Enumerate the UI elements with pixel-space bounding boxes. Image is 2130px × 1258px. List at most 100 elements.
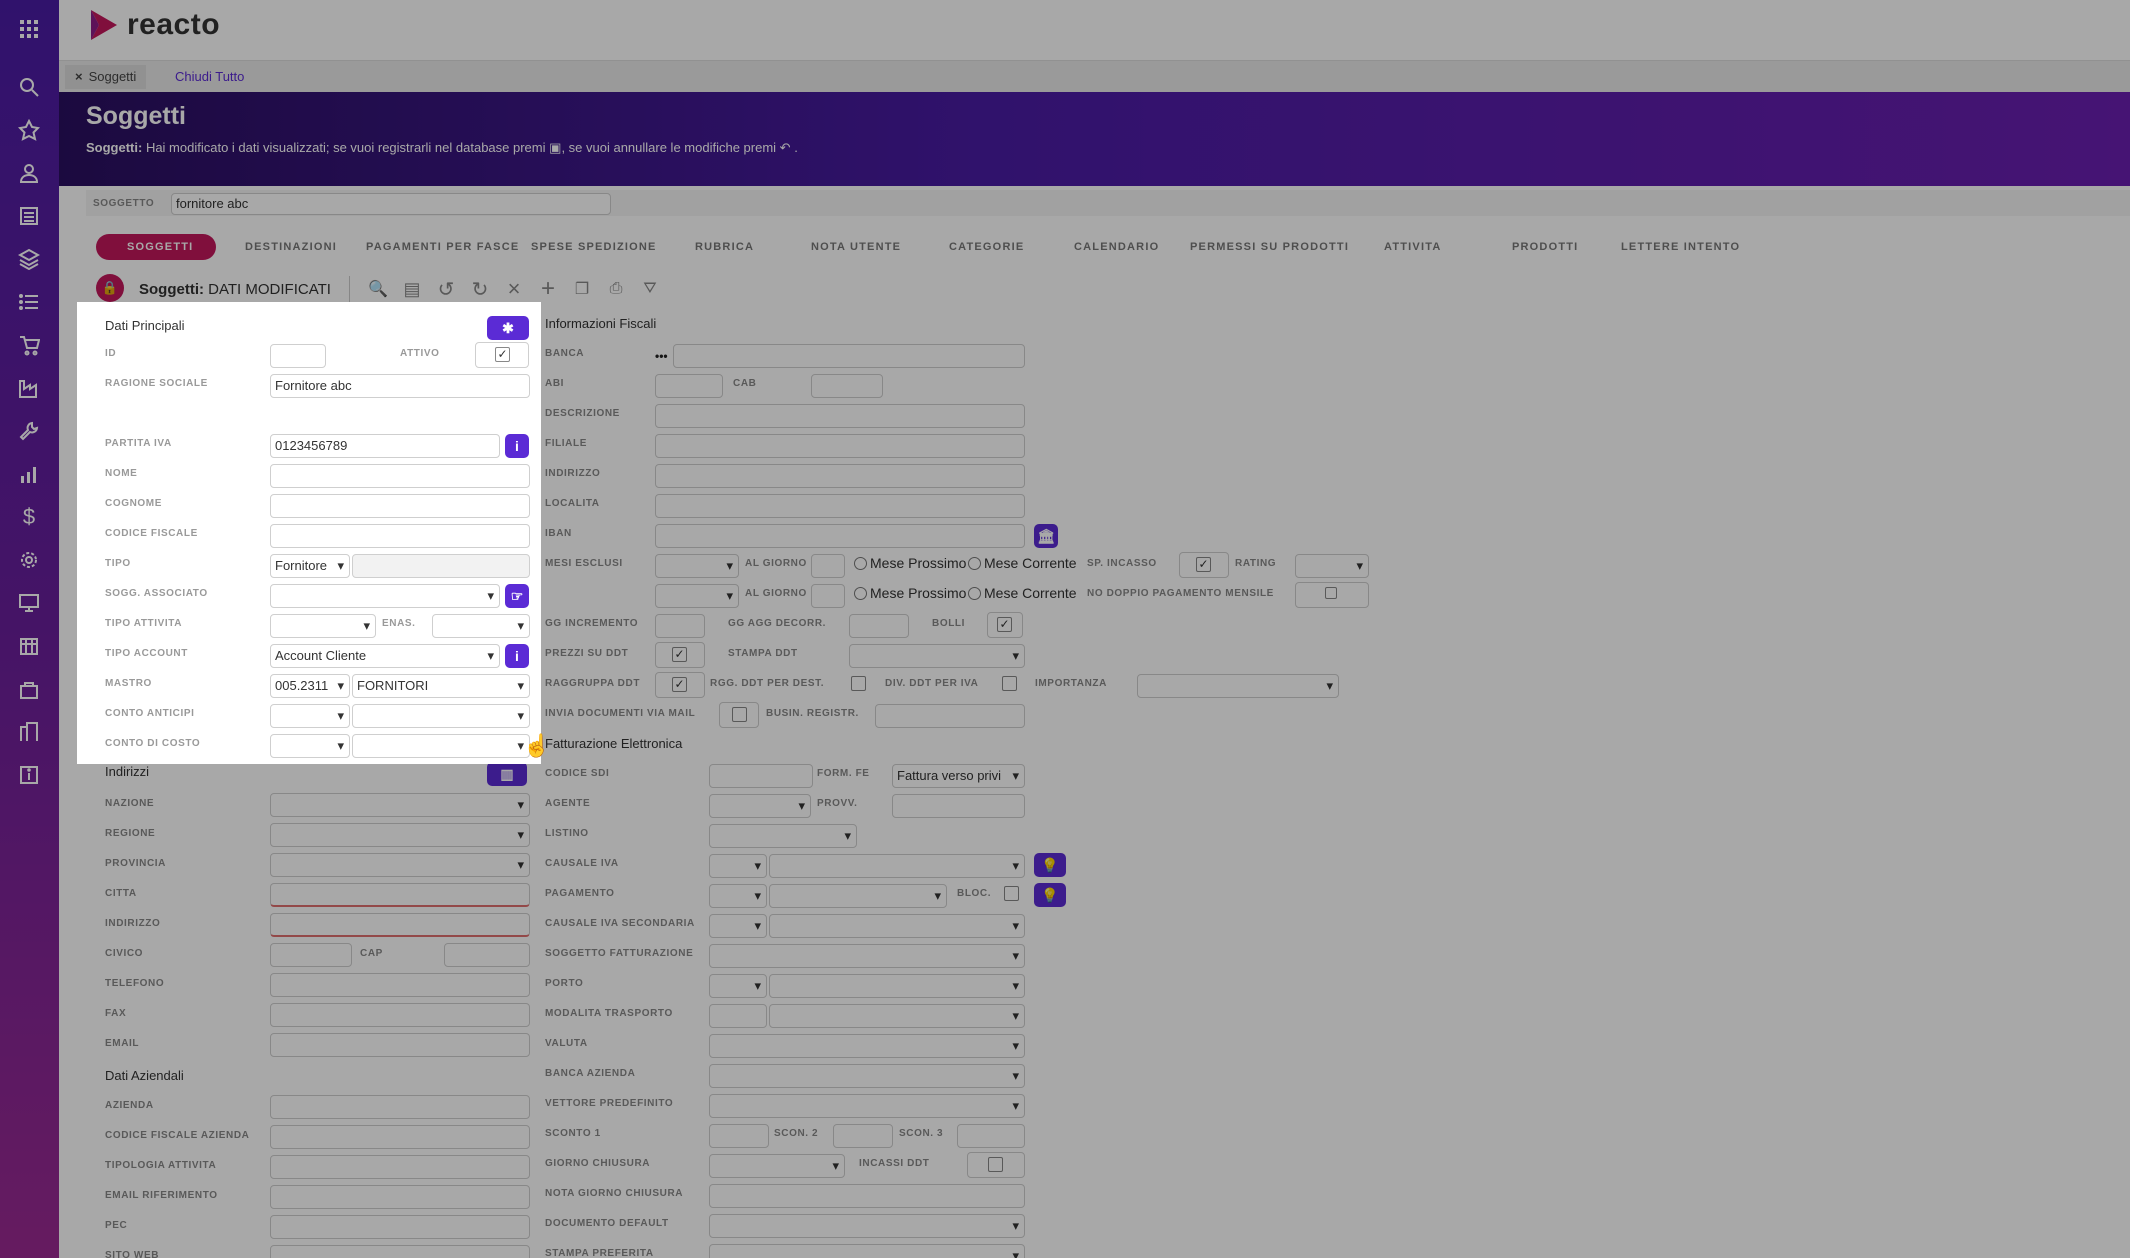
causale-iva-code-select[interactable] <box>709 854 767 878</box>
scon2-input[interactable] <box>833 1124 893 1148</box>
mastro-select[interactable]: FORNITORI <box>352 674 530 698</box>
tipo-attivita-select[interactable] <box>270 614 376 638</box>
causale-iva-sec-select[interactable] <box>769 914 1025 938</box>
add-icon[interactable]: + <box>537 275 559 302</box>
tab-spese[interactable]: SPESE SPEDIZIONE <box>531 241 657 253</box>
sogg-associato-select[interactable] <box>270 584 500 608</box>
modalita-code-input[interactable] <box>709 1004 767 1028</box>
tab-soggetti-label[interactable]: SOGGETTI <box>127 241 193 253</box>
user-icon[interactable] <box>12 156 46 190</box>
sito-web-input[interactable] <box>270 1245 530 1258</box>
busin-input[interactable] <box>875 704 1025 728</box>
undo-icon[interactable]: ↶ <box>780 140 791 155</box>
factory-icon[interactable] <box>12 371 46 405</box>
ragione-sociale-input[interactable]: Fornitore abc <box>270 374 530 398</box>
tab-categorie[interactable]: CATEGORIE <box>949 241 1024 253</box>
search-icon[interactable] <box>12 70 46 104</box>
star-icon[interactable] <box>12 113 46 147</box>
id-input[interactable] <box>270 344 326 368</box>
mese-corrente-radio[interactable]: Mese Corrente <box>968 555 1077 571</box>
filiale-input[interactable] <box>655 434 1025 458</box>
tab-lettere-intento[interactable]: LETTERE INTENTO <box>1621 241 1740 253</box>
mesi-esclusi-2-select[interactable] <box>655 584 739 608</box>
grid-icon[interactable] <box>12 12 46 46</box>
valuta-select[interactable] <box>709 1034 1025 1058</box>
stampa-ddt-select[interactable] <box>849 644 1025 668</box>
provincia-select[interactable] <box>270 853 530 877</box>
causale-iva-sec-code-select[interactable] <box>709 914 767 938</box>
rating-select[interactable] <box>1295 554 1369 578</box>
chart-icon[interactable] <box>12 457 46 491</box>
modalita-select[interactable] <box>769 1004 1025 1028</box>
building-icon[interactable] <box>12 715 46 749</box>
wrench-icon[interactable] <box>12 414 46 448</box>
pec-input[interactable] <box>270 1215 530 1239</box>
indirizzo-banca-input[interactable] <box>655 464 1025 488</box>
nota-giorno-input[interactable] <box>709 1184 1025 1208</box>
info-icon[interactable]: i <box>505 434 529 458</box>
box-icon[interactable] <box>12 242 46 276</box>
cap-input[interactable] <box>444 943 530 967</box>
tab-nota-utente[interactable]: NOTA UTENTE <box>811 241 901 253</box>
al-giorno-2-input[interactable] <box>811 584 845 608</box>
tab-pagamenti[interactable]: PAGAMENTI PER FASCE <box>366 241 519 253</box>
tab-calendario[interactable]: CALENDARIO <box>1074 241 1159 253</box>
partita-iva-input[interactable]: 0123456789 <box>270 434 500 458</box>
no-doppio-checkbox[interactable] <box>1325 587 1337 599</box>
conto-anticipi-code-select[interactable] <box>270 704 350 728</box>
raggruppa-checkbox[interactable]: ✓ <box>672 677 687 692</box>
tipologia-input[interactable] <box>270 1155 530 1179</box>
save-icon[interactable]: ▣ <box>549 140 561 155</box>
cart-icon[interactable] <box>12 328 46 362</box>
delete-icon[interactable]: × <box>503 276 525 301</box>
sogg-fatt-select[interactable] <box>709 944 1025 968</box>
codice-sdi-input[interactable] <box>709 764 813 788</box>
bolli-checkbox[interactable]: ✓ <box>997 617 1012 632</box>
list-icon[interactable] <box>12 285 46 319</box>
rgg-dest-checkbox[interactable] <box>851 676 866 691</box>
save-icon[interactable]: ▤ <box>401 278 423 300</box>
cognome-input[interactable] <box>270 494 530 518</box>
dollar-icon[interactable]: $ <box>12 500 46 534</box>
cab-input[interactable] <box>811 374 883 398</box>
lightbulb-icon[interactable]: 💡 <box>1034 853 1066 877</box>
gg-incremento-input[interactable] <box>655 614 705 638</box>
tab-prodotti[interactable]: PRODOTTI <box>1512 241 1578 253</box>
email-input[interactable] <box>270 1033 530 1057</box>
list-icon[interactable] <box>12 199 46 233</box>
mesi-esclusi-select[interactable] <box>655 554 739 578</box>
vettore-select[interactable] <box>709 1094 1025 1118</box>
iban-input[interactable] <box>655 524 1025 548</box>
div-iva-checkbox[interactable] <box>1002 676 1017 691</box>
mese-prossimo-2-radio[interactable]: Mese Prossimo <box>854 585 966 601</box>
al-giorno-input[interactable] <box>811 554 845 578</box>
filter-icon[interactable]: ⛛ <box>639 278 661 300</box>
localita-input[interactable] <box>655 494 1025 518</box>
info-icon[interactable] <box>12 758 46 792</box>
gg-agg-input[interactable] <box>849 614 909 638</box>
porto-select[interactable] <box>769 974 1025 998</box>
indirizzo-input[interactable] <box>270 913 530 937</box>
lightbulb-icon[interactable]: 💡 <box>1034 883 1066 907</box>
tab-destinazioni[interactable]: DESTINAZIONI <box>245 241 337 253</box>
pagamento-code-select[interactable] <box>709 884 767 908</box>
copy-icon[interactable]: ❐ <box>571 278 593 300</box>
telefono-input[interactable] <box>270 973 530 997</box>
map-icon[interactable]: ▥ <box>487 762 527 786</box>
banca-az-select[interactable] <box>709 1064 1025 1088</box>
form-fe-select[interactable]: Fattura verso privi <box>892 764 1025 788</box>
sp-incasso-checkbox[interactable]: ✓ <box>1196 557 1211 572</box>
invia-doc-checkbox[interactable] <box>732 707 747 722</box>
hand-icon[interactable]: ☞ <box>505 584 529 608</box>
causale-iva-select[interactable] <box>769 854 1025 878</box>
azienda-input[interactable] <box>270 1095 530 1119</box>
cf-azienda-input[interactable] <box>270 1125 530 1149</box>
stampa-pref-select[interactable] <box>709 1244 1025 1258</box>
redo-icon[interactable]: ↻ <box>469 278 491 301</box>
bloc-checkbox[interactable] <box>1004 886 1019 901</box>
close-icon[interactable]: × <box>75 69 83 84</box>
provv-input[interactable] <box>892 794 1025 818</box>
enas-select[interactable] <box>432 614 530 638</box>
descrizione-input[interactable] <box>655 404 1025 428</box>
pagamento-select[interactable] <box>769 884 947 908</box>
